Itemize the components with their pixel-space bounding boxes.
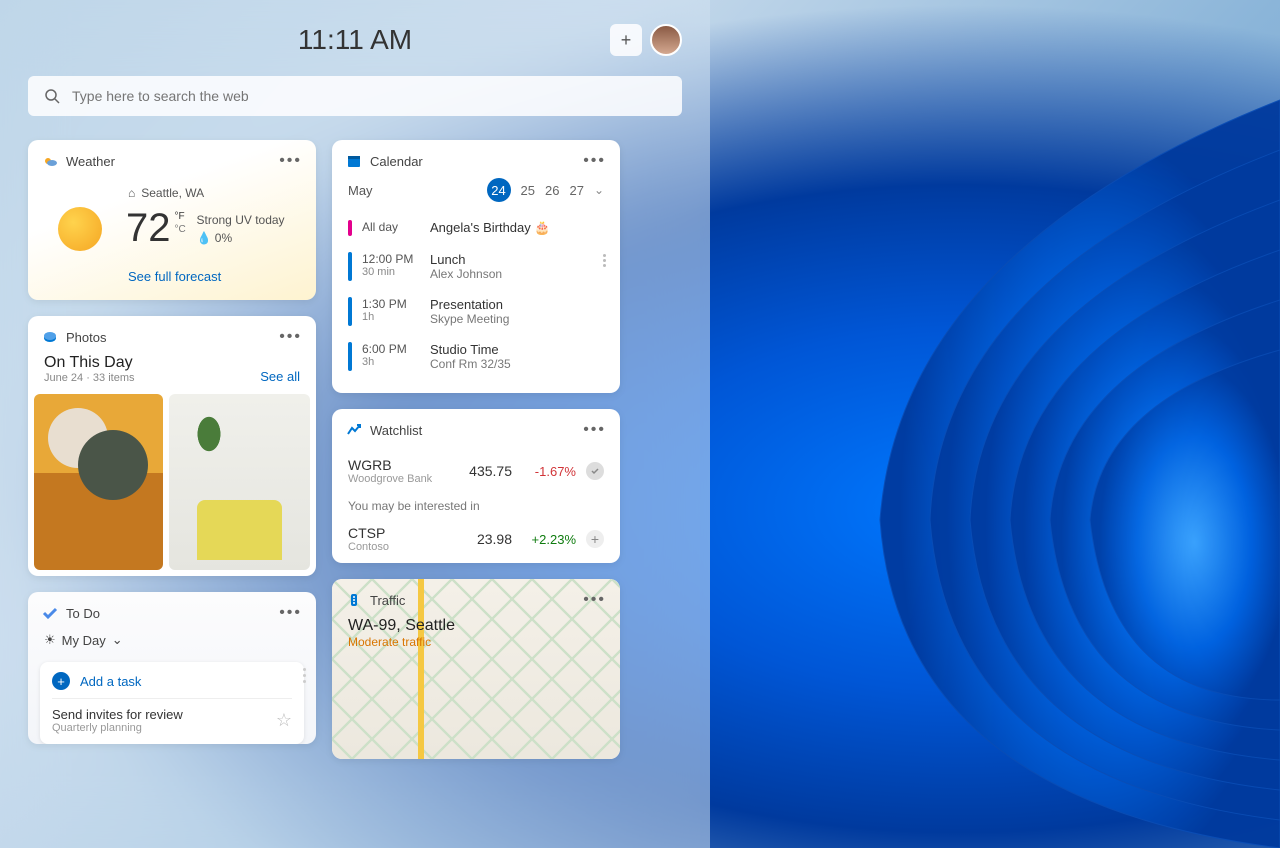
plus-icon: + <box>52 672 70 690</box>
chevron-down-icon: ⌄ <box>112 632 123 648</box>
calendar-day[interactable]: 27 <box>569 183 583 198</box>
watchlist-widget[interactable]: Watchlist ••• WGRBWoodgrove Bank 435.75 … <box>332 409 620 563</box>
myday-selector[interactable]: ☀ My Day ⌄ <box>28 630 316 656</box>
todo-title: To Do <box>66 606 100 621</box>
photos-heading: On This Day <box>44 354 135 372</box>
calendar-title: Calendar <box>370 154 423 169</box>
weather-more-button[interactable]: ••• <box>279 152 302 170</box>
chevron-down-icon[interactable]: ⌄ <box>594 183 604 197</box>
photo-thumbnail[interactable] <box>34 394 163 570</box>
weather-condition: Strong UV today <box>197 213 285 227</box>
add-widget-button[interactable]: + <box>610 24 642 56</box>
weather-icon <box>42 153 58 169</box>
calendar-day[interactable]: 26 <box>545 183 559 198</box>
weather-title: Weather <box>66 154 115 169</box>
traffic-title: Traffic <box>370 593 405 608</box>
todo-widget[interactable]: To Do ••• ☀ My Day ⌄ + Add a task <box>28 592 316 744</box>
add-stock-button[interactable]: + <box>586 530 604 548</box>
task-title: Send invites for review <box>52 707 183 722</box>
add-task-button[interactable]: + Add a task <box>52 672 292 698</box>
star-icon[interactable]: ☆ <box>276 710 292 731</box>
see-all-link[interactable]: See all <box>260 369 300 384</box>
calendar-day[interactable]: 24 <box>487 178 511 202</box>
stock-row[interactable]: WGRBWoodgrove Bank 435.75 -1.67% <box>332 447 620 495</box>
interest-label: You may be interested in <box>332 495 620 515</box>
calendar-event[interactable]: 12:00 PM30 min LunchAlex Johnson <box>342 244 610 289</box>
todo-more-button[interactable]: ••• <box>279 604 302 622</box>
photos-icon <box>42 329 58 345</box>
watchlist-icon <box>346 422 362 438</box>
traffic-more-button[interactable]: ••• <box>583 591 606 609</box>
forecast-link[interactable]: See full forecast <box>128 269 221 284</box>
calendar-event[interactable]: 1:30 PM1h PresentationSkype Meeting <box>342 289 610 334</box>
widgets-panel: 11:11 AM + Weather ••• ⌂ Seattle, WA <box>0 0 710 848</box>
clock: 11:11 AM <box>298 24 412 56</box>
user-avatar[interactable] <box>650 24 682 56</box>
watchlist-title: Watchlist <box>370 423 422 438</box>
sun-outline-icon: ☀ <box>44 632 56 648</box>
traffic-status: Moderate traffic <box>348 635 604 649</box>
calendar-day[interactable]: 25 <box>521 183 535 198</box>
sun-icon <box>58 207 102 251</box>
photos-widget[interactable]: Photos ••• On This Day June 24 · 33 item… <box>28 316 316 576</box>
check-icon[interactable] <box>586 462 604 480</box>
weather-widget[interactable]: Weather ••• ⌂ Seattle, WA 72°F°C Strong U… <box>28 140 316 300</box>
calendar-widget[interactable]: Calendar ••• May 24 25 26 27 ⌄ All day A… <box>332 140 620 393</box>
watchlist-more-button[interactable]: ••• <box>583 421 606 439</box>
todo-icon <box>42 605 58 621</box>
precipitation: 💧 0% <box>197 231 285 245</box>
search-input[interactable] <box>72 88 666 104</box>
home-icon: ⌂ <box>128 186 135 200</box>
temperature: 72°F°C <box>126 206 171 251</box>
weather-location: Seattle, WA <box>141 186 204 200</box>
search-icon <box>44 88 60 104</box>
traffic-widget[interactable]: Traffic ••• WA-99, Seattle Moderate traf… <box>332 579 620 759</box>
calendar-event[interactable]: 6:00 PM3h Studio TimeConf Rm 32/35 <box>342 334 610 379</box>
calendar-more-button[interactable]: ••• <box>583 152 606 170</box>
stock-row[interactable]: CTSPContoso 23.98 +2.23% + <box>332 515 620 563</box>
traffic-icon <box>346 592 362 608</box>
traffic-route: WA-99, Seattle <box>348 617 604 635</box>
photos-subtitle: June 24 · 33 items <box>44 372 135 384</box>
photos-more-button[interactable]: ••• <box>279 328 302 346</box>
task-subtitle: Quarterly planning <box>52 722 183 734</box>
calendar-month[interactable]: May <box>348 183 475 198</box>
photos-title: Photos <box>66 330 106 345</box>
task-item[interactable]: Send invites for review Quarterly planni… <box>52 698 292 734</box>
calendar-event[interactable]: All day Angela's Birthday 🎂 <box>342 212 610 244</box>
search-box[interactable] <box>28 76 682 116</box>
photo-thumbnail[interactable] <box>169 394 310 570</box>
calendar-icon <box>346 153 362 169</box>
